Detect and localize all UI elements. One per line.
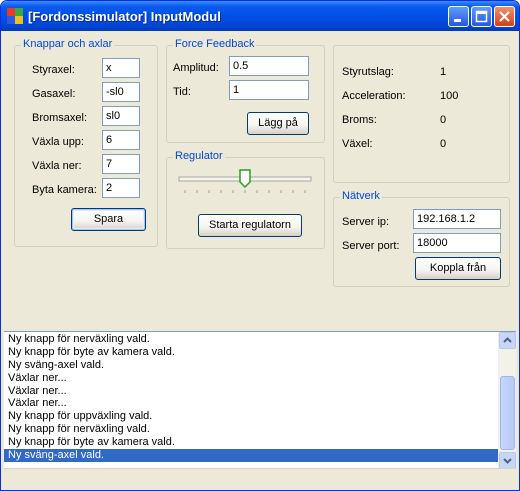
acceleration-value: 100 <box>440 90 459 102</box>
steering-axis-label: Styraxel: <box>32 64 75 76</box>
steering-output-value: 1 <box>440 66 447 78</box>
scroll-thumb[interactable] <box>500 376 515 450</box>
amplitude-label: Amplitud: <box>173 62 219 74</box>
apply-force-button[interactable]: Lägg på <box>247 112 309 135</box>
change-camera-label: Byta kamera: <box>32 184 97 196</box>
brake-axis-label: Bromsaxel: <box>32 112 88 124</box>
close-icon <box>499 11 510 22</box>
brake-label: Broms: <box>342 114 377 126</box>
regulator-legend: Regulator <box>173 150 225 162</box>
gear-up-label: Växla upp: <box>32 136 84 148</box>
gear-label: Växel: <box>342 138 373 150</box>
log-listbox[interactable]: Ny knapp för nerväxling vald. Ny knapp fö… <box>4 331 516 469</box>
slider-thumb[interactable] <box>239 169 251 189</box>
maximize-icon <box>475 10 488 23</box>
steering-output-label: Styrutslag: <box>342 66 394 78</box>
minimize-icon <box>454 19 461 22</box>
status-bar <box>4 468 516 488</box>
server-port-label: Server port: <box>342 240 400 252</box>
controls-group-legend: Knappar och axlar <box>21 38 115 50</box>
throttle-axis-label: Gasaxel: <box>32 88 76 100</box>
log-scrollbar[interactable] <box>498 332 516 469</box>
start-regulator-button[interactable]: Starta regulatorn <box>198 214 302 237</box>
network-group: Nätverk Server ip: Server port: Koppla f… <box>333 190 510 287</box>
force-feedback-group: Force Feedback Amplitud: Tid: Lägg på <box>166 38 325 143</box>
gear-down-label: Växla ner: <box>32 160 82 172</box>
server-ip-field[interactable] <box>413 209 501 229</box>
server-ip-label: Server ip: <box>342 216 390 228</box>
gear-up-field[interactable] <box>102 130 140 150</box>
chevron-up-icon <box>503 337 512 343</box>
app-window: [Fordonssimulator] InputModul Knappar oc… <box>0 0 520 491</box>
force-feedback-legend: Force Feedback <box>173 38 257 50</box>
save-button[interactable]: Spara <box>71 208 146 231</box>
status-group: Styrutslag: 1 Acceleration: 100 Broms: 0… <box>333 45 510 183</box>
time-label: Tid: <box>173 86 191 98</box>
maximize-button[interactable] <box>471 6 492 27</box>
regulator-group: Regulator Starta regulatorn <box>166 150 325 249</box>
log-item[interactable]: Växlar ner... <box>4 385 499 398</box>
controls-group: Knappar och axlar Styraxel: Gasaxel: Bro… <box>14 38 158 247</box>
title-bar[interactable]: [Fordonssimulator] InputModul <box>1 1 519 31</box>
log-item[interactable]: Ny knapp för uppväxling vald. <box>4 410 499 423</box>
acceleration-label: Acceleration: <box>342 90 406 102</box>
brake-axis-field[interactable] <box>102 106 140 126</box>
client-area: Knappar och axlar Styraxel: Gasaxel: Bro… <box>4 31 516 488</box>
change-camera-field[interactable] <box>102 178 140 198</box>
log-item[interactable]: Ny knapp för nerväxling vald. <box>4 333 499 346</box>
log-item[interactable]: Växlar ner... <box>4 397 499 410</box>
amplitude-field[interactable] <box>229 56 309 76</box>
close-button[interactable] <box>494 6 515 27</box>
steering-axis-field[interactable] <box>102 58 140 78</box>
log-item[interactable]: Ny knapp för byte av kamera vald. <box>4 436 499 449</box>
server-port-field[interactable] <box>413 233 501 253</box>
log-item[interactable]: Ny knapp för nerväxling vald. <box>4 423 499 436</box>
throttle-axis-field[interactable] <box>102 82 140 102</box>
log-item[interactable]: Växlar ner... <box>4 372 499 385</box>
app-icon <box>7 8 23 24</box>
time-field[interactable] <box>229 80 309 100</box>
disconnect-button[interactable]: Koppla från <box>415 257 501 280</box>
network-legend: Nätverk <box>340 190 382 202</box>
minimize-button[interactable] <box>448 6 469 27</box>
regulator-slider[interactable] <box>177 166 313 198</box>
log-list: Ny knapp för nerväxling vald. Ny knapp fö… <box>4 333 499 462</box>
log-item[interactable]: Ny knapp för byte av kamera vald. <box>4 346 499 359</box>
log-item[interactable]: Ny sväng-axel vald. <box>4 359 499 372</box>
scroll-up-button[interactable] <box>499 332 516 349</box>
window-title: [Fordonssimulator] InputModul <box>28 9 221 24</box>
gear-down-field[interactable] <box>102 154 140 174</box>
gear-value: 0 <box>440 138 447 150</box>
brake-value: 0 <box>440 114 447 126</box>
scroll-down-button[interactable] <box>499 452 516 469</box>
chevron-down-icon <box>503 458 512 464</box>
log-item[interactable]: Ny sväng-axel vald. <box>4 449 499 462</box>
